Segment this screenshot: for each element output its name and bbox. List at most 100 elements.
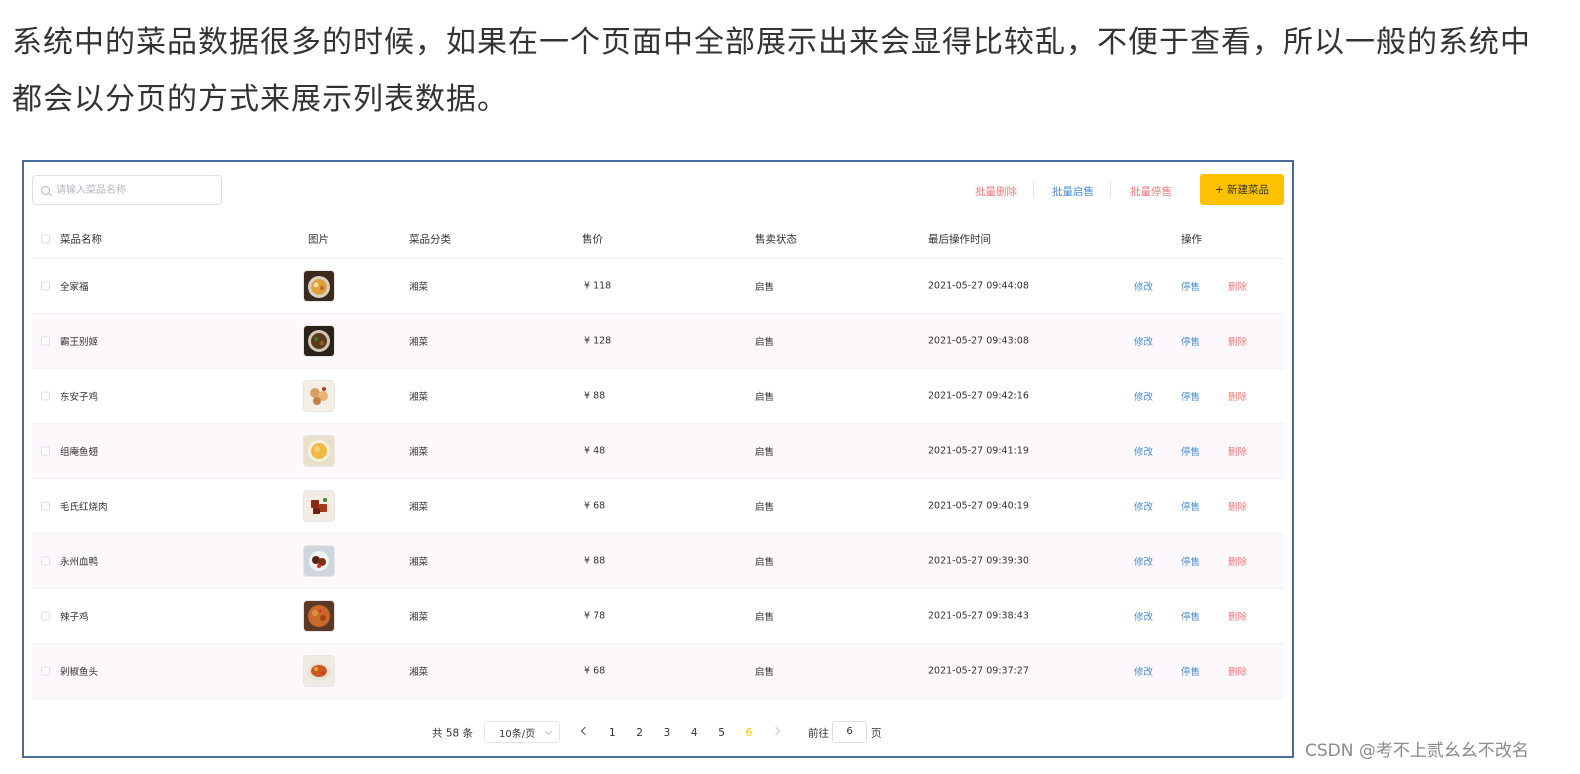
- dish-name: 永州血鸭: [60, 557, 99, 568]
- dish-name: 辣子鸡: [60, 612, 89, 623]
- delete-button[interactable]: 删除: [1228, 279, 1247, 293]
- intro-paragraph: 系统中的菜品数据很多的时候，如果在一个页面中全部展示出来会显得比较乱，不便于查看…: [12, 14, 1572, 128]
- page-size-value: 10条/页: [499, 728, 536, 740]
- pagination: 共 58 条 10条/页 1 2 3 4 5 6 前往 6 页: [24, 721, 1292, 745]
- batch-enable-button[interactable]: 批量启售: [1052, 184, 1094, 199]
- delete-button[interactable]: 删除: [1228, 389, 1247, 403]
- next-page-icon[interactable]: [771, 726, 781, 736]
- batch-delete-button[interactable]: 批量删除: [975, 184, 1017, 199]
- batch-disable-button[interactable]: 批量停售: [1130, 184, 1172, 199]
- delete-button[interactable]: 删除: [1228, 554, 1247, 568]
- row-checkbox[interactable]: [41, 611, 50, 621]
- dish-image: [304, 491, 334, 521]
- total-count: 共 58 条: [432, 727, 474, 740]
- dish-image: [304, 546, 334, 576]
- edit-button[interactable]: 修改: [1134, 664, 1153, 678]
- edit-button[interactable]: 修改: [1134, 334, 1153, 348]
- edit-button[interactable]: 修改: [1134, 609, 1153, 623]
- dish-updated-time: 2021-05-27 09:43:08: [928, 335, 1029, 347]
- stop-sale-button[interactable]: 停售: [1181, 334, 1200, 348]
- dish-updated-time: 2021-05-27 09:38:43: [928, 610, 1029, 622]
- toolbar-divider: [1033, 181, 1034, 197]
- goto-label: 前往: [808, 727, 829, 740]
- intro-line-2: 都会以分页的方式来展示列表数据。: [12, 82, 508, 117]
- edit-button[interactable]: 修改: [1134, 554, 1153, 568]
- dish-category: 湘菜: [409, 447, 429, 458]
- dish-status: 启售: [755, 612, 775, 623]
- row-checkbox[interactable]: [41, 556, 50, 566]
- dish-image: [304, 656, 334, 686]
- table-row: 剁椒鱼头 湘菜 ¥ 68 启售 2021-05-27 09:37:27 修改 停售 删除: [32, 644, 1284, 699]
- column-header-status: 售卖状态: [755, 233, 797, 246]
- row-checkbox[interactable]: [41, 336, 50, 346]
- delete-button[interactable]: 删除: [1228, 664, 1247, 678]
- goto-page-input[interactable]: 6: [832, 721, 867, 743]
- dish-category: 湘菜: [409, 557, 429, 568]
- search-box[interactable]: [32, 175, 222, 205]
- search-icon: [41, 185, 50, 195]
- dish-category: 湘菜: [409, 667, 429, 678]
- stop-sale-button[interactable]: 停售: [1181, 444, 1200, 458]
- edit-button[interactable]: 修改: [1134, 499, 1153, 513]
- dish-status: 启售: [755, 392, 775, 403]
- dish-status: 启售: [755, 667, 775, 678]
- dish-table: 菜品名称 图片 菜品分类 售价 售卖状态 最后操作时间 操作 全家福 湘菜 ¥ 11…: [32, 220, 1284, 699]
- dish-name: 毛氏红烧肉: [60, 502, 108, 513]
- column-header-price: 售价: [582, 233, 603, 246]
- stop-sale-button[interactable]: 停售: [1181, 389, 1200, 403]
- table-header: 菜品名称 图片 菜品分类 售价 售卖状态 最后操作时间 操作: [32, 220, 1284, 259]
- prev-page-icon[interactable]: [580, 726, 590, 736]
- page-size-select[interactable]: 10条/页: [484, 721, 560, 743]
- table-row: 毛氏红烧肉 湘菜 ¥ 68 启售 2021-05-27 09:40:19 修改 停售 删除: [32, 479, 1284, 534]
- search-input[interactable]: [54, 183, 208, 197]
- row-checkbox[interactable]: [41, 666, 50, 676]
- row-checkbox[interactable]: [41, 281, 50, 291]
- page-number-button[interactable]: 4: [691, 727, 698, 739]
- select-all-checkbox[interactable]: [41, 234, 50, 244]
- delete-button[interactable]: 删除: [1228, 499, 1247, 513]
- dish-status: 启售: [755, 502, 775, 513]
- stop-sale-button[interactable]: 停售: [1181, 499, 1200, 513]
- dish-name: 全家福: [60, 282, 89, 293]
- stop-sale-button[interactable]: 停售: [1181, 664, 1200, 678]
- dish-updated-time: 2021-05-27 09:39:30: [928, 555, 1029, 567]
- dish-image: [304, 326, 334, 356]
- delete-button[interactable]: 删除: [1228, 334, 1247, 348]
- dish-updated-time: 2021-05-27 09:44:08: [928, 280, 1029, 292]
- chevron-down-icon: [544, 727, 553, 736]
- delete-button[interactable]: 删除: [1228, 609, 1247, 623]
- dish-price: ¥ 68: [584, 665, 606, 677]
- stop-sale-button[interactable]: 停售: [1181, 554, 1200, 568]
- dish-image: [304, 601, 334, 631]
- column-header-image: 图片: [308, 233, 329, 246]
- dish-name: 剁椒鱼头: [60, 667, 99, 678]
- dish-price: ¥ 118: [584, 280, 612, 292]
- dish-category: 湘菜: [409, 337, 429, 348]
- dish-status: 启售: [755, 447, 775, 458]
- dish-price: ¥ 88: [584, 555, 606, 567]
- stop-sale-button[interactable]: 停售: [1181, 609, 1200, 623]
- page-number-button[interactable]: 1: [609, 727, 616, 739]
- column-header-updated: 最后操作时间: [928, 233, 991, 246]
- row-checkbox[interactable]: [41, 391, 50, 401]
- dish-category: 湘菜: [409, 502, 429, 513]
- edit-button[interactable]: 修改: [1134, 389, 1153, 403]
- stop-sale-button[interactable]: 停售: [1181, 279, 1200, 293]
- page-number-button[interactable]: 5: [718, 727, 725, 739]
- table-row: 全家福 湘菜 ¥ 118 启售 2021-05-27 09:44:08 修改 停售 删除: [32, 259, 1284, 314]
- dish-updated-time: 2021-05-27 09:37:27: [928, 665, 1029, 677]
- delete-button[interactable]: 删除: [1228, 444, 1247, 458]
- dish-category: 湘菜: [409, 282, 429, 293]
- edit-button[interactable]: 修改: [1134, 444, 1153, 458]
- page-number-button[interactable]: 6: [746, 727, 753, 739]
- dish-category: 湘菜: [409, 612, 429, 623]
- edit-button[interactable]: 修改: [1134, 279, 1153, 293]
- new-dish-button[interactable]: + 新建菜品: [1200, 174, 1284, 205]
- row-checkbox[interactable]: [41, 501, 50, 511]
- column-header-category: 菜品分类: [409, 233, 451, 246]
- dish-price: ¥ 88: [584, 390, 606, 402]
- row-checkbox[interactable]: [41, 446, 50, 456]
- dish-status: 启售: [755, 282, 775, 293]
- page-number-button[interactable]: 2: [636, 727, 643, 739]
- page-number-button[interactable]: 3: [664, 727, 671, 739]
